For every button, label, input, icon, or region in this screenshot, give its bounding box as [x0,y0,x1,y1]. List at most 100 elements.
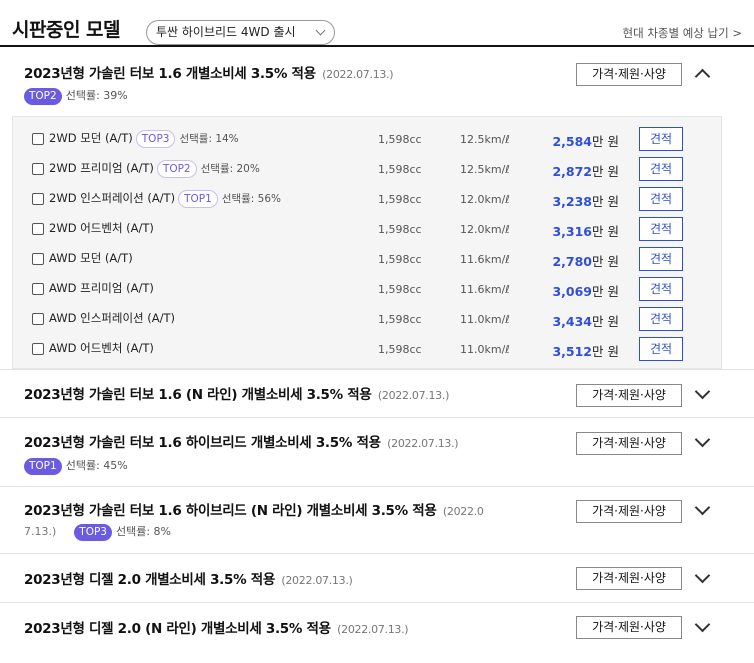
trim-name: AWD 어드벤처 (A/T) [49,341,154,355]
top-badge: TOP3 [74,523,112,541]
trim-checkbox[interactable] [32,193,44,205]
trim-checkbox[interactable] [32,283,44,295]
price-unit: 만 원 [592,344,619,359]
trim-name: 2WD 모던 (A/T) [49,131,133,145]
trim-row: 2WD 인스퍼레이션 (A/T) TOP1 선택률: 56% 1,598cc 12.0k… [13,183,723,213]
trim-label[interactable]: 2WD 어드벤처 (A/T) [49,220,154,236]
trim-label[interactable]: 2WD 프리미엄 (A/T) TOP2 선택률: 20% [49,160,260,178]
model-group-title[interactable]: 2023년형 가솔린 터보 1.6 하이브리드 (N 라인) 개별소비세 3.5… [24,499,484,519]
model-group-title[interactable]: 2023년형 가솔린 터보 1.6 개별소비세 3.5% 적용 (2022.07… [24,62,394,82]
chevron-up-icon[interactable] [694,68,711,85]
model-group: 2023년형 가솔린 터보 1.6 (N 라인) 개별소비세 3.5% 적용 (… [0,369,754,418]
spec-button[interactable]: 가격·제원·사양 [576,432,682,455]
trim-rate: 선택률: 14% [179,133,239,145]
spec-button[interactable]: 가격·제원·사양 [576,384,682,407]
trim-checkbox[interactable] [32,343,44,355]
model-group: 2023년형 가솔린 터보 1.6 개별소비세 3.5% 적용 (2022.07… [0,49,754,116]
trim-name: 2WD 인스퍼레이션 (A/T) [49,191,176,205]
estimate-button[interactable]: 견적 [639,127,683,151]
trim-label[interactable]: 2WD 인스퍼레이션 (A/T) TOP1 선택률: 56% [49,190,281,208]
top-badge: TOP2 [24,87,62,105]
model-group: 2023년형 디젤 2.0 개별소비세 3.5% 적용 (2022.07.13.… [0,554,754,603]
fuel-efficiency: 11.6km/ℓ [460,253,510,266]
estimate-button[interactable]: 견적 [639,337,683,361]
fuel-efficiency: 12.5km/ℓ [460,163,510,176]
section-header: 시판중인 모델 투싼 하이브리드 4WD 출시 현대 차종별 예상 납기 > [0,0,754,47]
engine-cc: 1,598cc [378,343,422,356]
trim-price: 3,512만 원 [552,341,619,360]
engine-cc: 1,598cc [378,223,422,236]
trim-name: 2WD 프리미엄 (A/T) [49,161,154,175]
price-unit: 만 원 [592,134,619,149]
model-select[interactable]: 투싼 하이브리드 4WD 출시 [146,20,335,45]
trim-checkbox[interactable] [32,163,44,175]
model-group-title[interactable]: 2023년형 디젤 2.0 개별소비세 3.5% 적용 (2022.07.13.… [24,568,353,588]
top-badge: TOP3 [135,130,176,148]
model-group: 2023년형 가솔린 터보 1.6 하이브리드 (N 라인) 개별소비세 3.5… [0,487,754,554]
trim-price: 3,316만 원 [552,221,619,240]
trim-row: AWD 프리미엄 (A/T) 1,598cc 11.6km/ℓ 3,069만 원 견적 [13,273,723,303]
estimate-button[interactable]: 견적 [639,247,683,271]
delivery-link[interactable]: 현대 차종별 예상 납기 > [623,25,742,41]
trim-row: AWD 인스퍼레이션 (A/T) 1,598cc 11.0km/ℓ 3,434만 원 견… [13,303,723,333]
trim-label[interactable]: AWD 프리미엄 (A/T) [49,280,154,296]
price-value: 2,584 [552,134,593,149]
group-date: (2022.07.13.) [387,437,459,450]
trim-checkbox[interactable] [32,133,44,145]
trim-name: 2WD 어드벤처 (A/T) [49,221,154,235]
group-rate: TOP1 선택률: 45% [24,457,128,475]
chevron-down-icon[interactable] [694,567,711,584]
fuel-efficiency: 12.5km/ℓ [460,133,510,146]
group-date: (2022.07.13.) [322,68,394,81]
top-badge: TOP2 [156,160,197,178]
engine-cc: 1,598cc [378,283,422,296]
engine-cc: 1,598cc [378,193,422,206]
trim-label[interactable]: AWD 인스퍼레이션 (A/T) [49,310,175,326]
spec-button[interactable]: 가격·제원·사양 [576,500,682,523]
group-rate: 7.13.) TOP3 선택률: 8% [24,523,171,541]
trim-checkbox[interactable] [32,313,44,325]
top-badge: TOP1 [178,190,218,208]
chevron-down-icon[interactable] [694,431,711,448]
estimate-button[interactable]: 견적 [639,187,683,211]
model-group-title[interactable]: 2023년형 디젤 2.0 (N 라인) 개별소비세 3.5% 적용 (2022… [24,617,409,637]
trim-name: AWD 인스퍼레이션 (A/T) [49,311,175,325]
engine-cc: 1,598cc [378,163,422,176]
trim-label[interactable]: 2WD 모던 (A/T) TOP3 선택률: 14% [49,130,239,148]
trim-rate: 선택률: 20% [200,163,260,175]
estimate-button[interactable]: 견적 [639,307,683,331]
spec-button[interactable]: 가격·제원·사양 [576,567,682,590]
price-unit: 만 원 [592,314,619,329]
model-group-title[interactable]: 2023년형 가솔린 터보 1.6 (N 라인) 개별소비세 3.5% 적용 (… [24,383,449,403]
trim-rate: 선택률: 56% [221,193,281,205]
trim-table: 2WD 모던 (A/T) TOP3 선택률: 14% 1,598cc 12.5km/ℓ 2… [12,116,722,369]
chevron-down-icon[interactable] [694,383,711,400]
trim-price: 3,238만 원 [552,191,619,210]
trim-row: 2WD 프리미엄 (A/T) TOP2 선택률: 20% 1,598cc 12.5km/… [13,153,723,183]
trim-label[interactable]: AWD 모던 (A/T) [49,250,133,266]
price-value: 3,069 [552,284,593,299]
model-group-title[interactable]: 2023년형 가솔린 터보 1.6 하이브리드 개별소비세 3.5% 적용 (2… [24,431,459,451]
chevron-down-icon[interactable] [694,499,711,516]
estimate-button[interactable]: 견적 [639,277,683,301]
spec-button[interactable]: 가격·제원·사양 [576,63,682,86]
trim-label[interactable]: AWD 어드벤처 (A/T) [49,340,154,356]
chevron-down-icon[interactable] [694,616,711,633]
group-rate: TOP2 선택률: 39% [24,87,128,105]
estimate-button[interactable]: 견적 [639,157,683,181]
model-group: 2023년형 가솔린 터보 1.6 하이브리드 개별소비세 3.5% 적용 (2… [0,418,754,487]
trim-checkbox[interactable] [32,223,44,235]
fuel-efficiency: 11.0km/ℓ [460,313,510,326]
trim-row: AWD 모던 (A/T) 1,598cc 11.6km/ℓ 2,780만 원 견적 [13,243,723,273]
engine-cc: 1,598cc [378,253,422,266]
spec-button[interactable]: 가격·제원·사양 [576,616,682,639]
trim-checkbox[interactable] [32,253,44,265]
price-unit: 만 원 [592,254,619,269]
estimate-button[interactable]: 견적 [639,217,683,241]
price-value: 2,872 [552,164,593,179]
group-date: (2022.0 [442,505,484,518]
price-value: 3,238 [552,194,593,209]
price-value: 2,780 [552,254,593,269]
price-unit: 만 원 [592,284,619,299]
price-value: 3,316 [552,224,593,239]
